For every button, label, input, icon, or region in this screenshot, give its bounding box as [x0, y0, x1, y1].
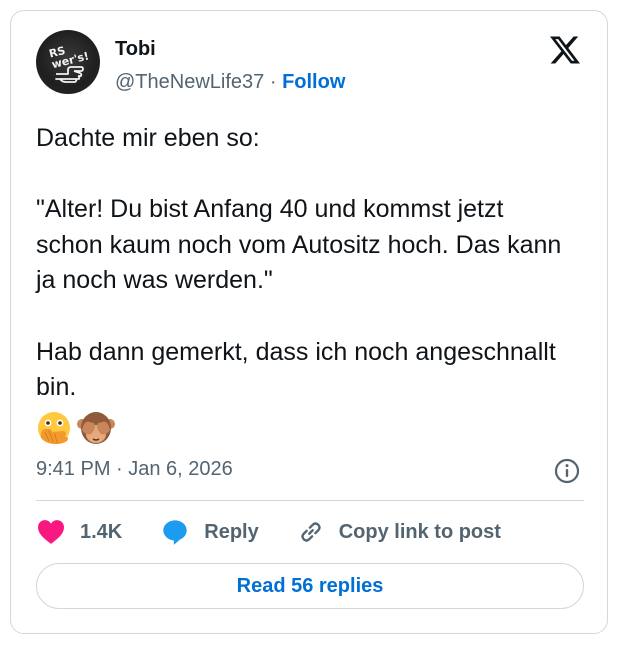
likes-count: 1.4K [80, 520, 123, 543]
separator-dot: · [264, 71, 283, 93]
copy-link-button[interactable]: Copy link to post [297, 518, 501, 546]
like-button[interactable]: 1.4K [36, 519, 122, 545]
speech-bubble-icon [163, 520, 187, 545]
divider [36, 500, 584, 501]
reply-label: Reply [204, 520, 259, 543]
pointing-hand-icon [55, 66, 84, 83]
x-logo-icon[interactable] [550, 35, 580, 65]
reply-button[interactable]: Reply [160, 518, 259, 546]
copy-link-label: Copy link to post [338, 520, 501, 543]
read-replies-label: Read 56 replies [236, 574, 384, 597]
see-no-evil-monkey-icon [77, 412, 115, 444]
author-name[interactable]: Tobi [115, 38, 156, 61]
link-icon [301, 522, 321, 542]
face-with-open-eyes-and-hand-over-mouth-icon [38, 412, 70, 444]
heart-icon [38, 520, 64, 544]
read-replies-button[interactable]: Read 56 replies [36, 563, 584, 609]
tweet-timestamp[interactable]: 9:41 PM · Jan 6, 2026 [36, 458, 233, 481]
info-icon[interactable] [554, 458, 580, 484]
avatar[interactable]: RS wer's! [36, 30, 100, 94]
author-handle[interactable]: @TheNewLife37 [115, 71, 264, 93]
tweet-text: Dachte mir eben so: "Alter! Du bist Anfa… [36, 124, 562, 402]
author-handle-row: @TheNewLife37 · Follow [115, 71, 345, 94]
action-bar: 1.4K Reply Copy link to post [36, 515, 539, 549]
follow-button[interactable]: Follow [282, 71, 345, 93]
emoji-row [38, 412, 115, 444]
